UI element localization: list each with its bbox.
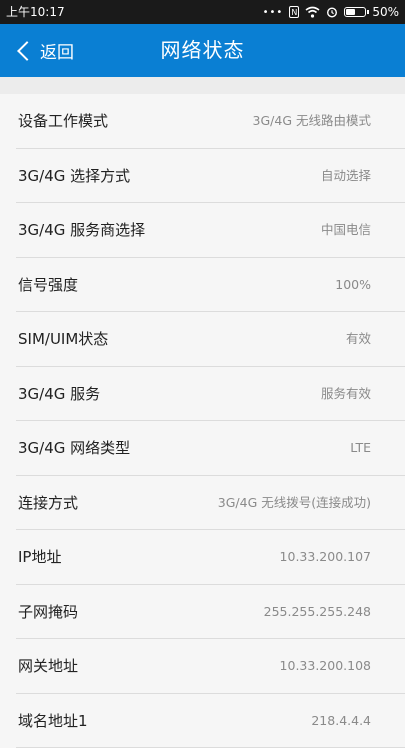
row-value: 3G/4G 无线拨号(连接成功) [218, 476, 371, 530]
notification-dots-icon: ••• [263, 7, 284, 18]
battery-fill [346, 9, 355, 15]
row-value: 218.4.4.4 [311, 694, 371, 748]
nfc-icon: N [289, 6, 299, 18]
row-label: 信号强度 [18, 258, 78, 312]
row-value: 自动选择 [321, 149, 371, 203]
list-item: IP地址 10.33.200.107 [16, 530, 405, 585]
status-icons: ••• N 50% [263, 4, 399, 20]
back-label: 返回 [40, 38, 74, 63]
row-label: 域名地址1 [18, 694, 88, 748]
list-item: 3G/4G 服务商选择 中国电信 [16, 203, 405, 258]
row-value: 3G/4G 无线路由模式 [253, 94, 371, 148]
row-label: 连接方式 [18, 476, 78, 530]
row-label: 3G/4G 网络类型 [18, 421, 130, 475]
list-item: 网关地址 10.33.200.108 [16, 639, 405, 694]
list-item: 3G/4G 选择方式 自动选择 [16, 149, 405, 204]
app-header: 网络状态 返回 [0, 24, 405, 77]
list-item: SIM/UIM状态 有效 [16, 312, 405, 367]
row-label: 3G/4G 服务商选择 [18, 203, 145, 257]
row-label: 网关地址 [18, 639, 78, 693]
battery-icon [344, 7, 366, 17]
list-item: 3G/4G 网络类型 LTE [16, 421, 405, 476]
row-value: 100% [335, 258, 371, 312]
battery-percent: 50% [372, 5, 399, 19]
list-item: 信号强度 100% [16, 258, 405, 313]
list-item: 连接方式 3G/4G 无线拨号(连接成功) [16, 476, 405, 531]
chevron-left-icon [17, 41, 37, 61]
row-label: 3G/4G 服务 [18, 367, 100, 421]
status-bar: 上午10:17 ••• N 50% [0, 0, 405, 24]
list-item: 域名地址1 218.4.4.4 [16, 694, 405, 748]
row-label: IP地址 [18, 530, 61, 584]
status-time: 上午10:17 [6, 4, 65, 20]
network-status-list: 设备工作模式 3G/4G 无线路由模式 3G/4G 选择方式 自动选择 3G/4… [0, 94, 405, 748]
list-item: 子网掩码 255.255.255.248 [16, 585, 405, 640]
list-item: 设备工作模式 3G/4G 无线路由模式 [16, 94, 405, 149]
row-label: SIM/UIM状态 [18, 312, 108, 366]
row-value: 中国电信 [321, 203, 371, 257]
row-label: 子网掩码 [18, 585, 78, 639]
content-area[interactable]: 设备工作模式 3G/4G 无线路由模式 3G/4G 选择方式 自动选择 3G/4… [0, 77, 405, 720]
row-value: 服务有效 [321, 367, 371, 421]
row-label: 3G/4G 选择方式 [18, 149, 130, 203]
list-item: 3G/4G 服务 服务有效 [16, 367, 405, 422]
row-value: 255.255.255.248 [264, 585, 371, 639]
alarm-icon [326, 6, 338, 18]
row-label: 设备工作模式 [18, 94, 108, 148]
back-button[interactable]: 返回 [14, 24, 74, 77]
row-value: 有效 [346, 312, 371, 366]
row-value: 10.33.200.107 [280, 530, 371, 584]
wifi-icon [305, 6, 320, 18]
row-value: 10.33.200.108 [280, 639, 371, 693]
row-value: LTE [350, 421, 371, 475]
